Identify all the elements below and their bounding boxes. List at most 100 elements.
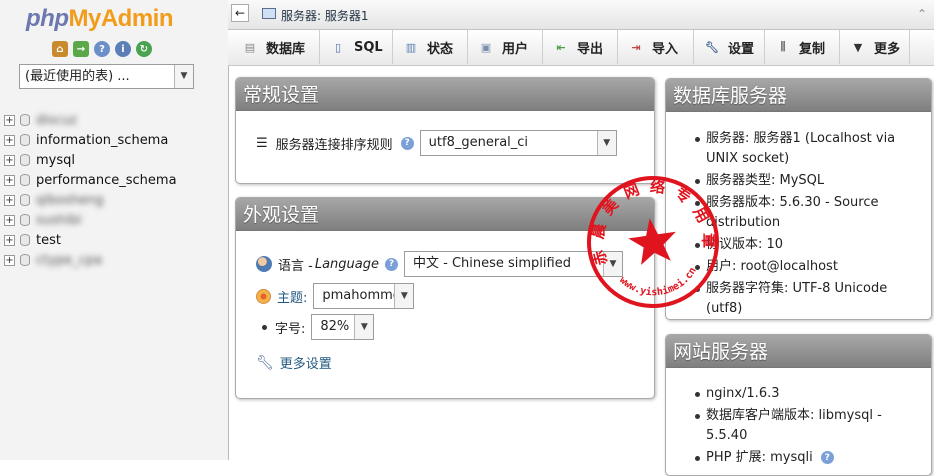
expand-icon[interactable]: + [4, 254, 15, 266]
expand-icon[interactable]: + [4, 194, 15, 206]
info-item: 数据库客户端版本: libmysql - 5.5.40 [666, 406, 916, 446]
tab-label: 设置 [728, 41, 755, 57]
tab-database[interactable]: ▤ 数据库 [232, 30, 320, 64]
fontsize-bullet [262, 324, 267, 330]
bullet-icon [695, 392, 700, 397]
database-item[interactable]: + mysql [2, 150, 177, 170]
import-icon: ⇥ [631, 40, 641, 54]
info-item: 服务器版本: 5.6.30 - Source distribution [666, 193, 916, 233]
info-text: nginx/1.6.3 [706, 386, 780, 401]
info-item: nginx/1.6.3 [666, 384, 916, 404]
info-text: 服务器: 服务器1 (Localhost via UNIX socket) [706, 131, 896, 166]
info-text: 协议版本: 10 [706, 237, 784, 252]
tab-label: 状态 [427, 41, 454, 57]
tab-status[interactable]: ▥ 状态 [393, 30, 468, 64]
database-item[interactable]: + information_schema [2, 130, 177, 150]
fontsize-select[interactable]: 82% ▼ [311, 314, 375, 340]
help-icon[interactable]: ? [384, 257, 398, 271]
top-breadcrumb-bar: ← 服务器: 服务器1 ⌃ [228, 0, 934, 30]
tab-label: SQL [354, 39, 383, 55]
users-icon: ▣ [480, 40, 492, 54]
help-icon[interactable]: ? [400, 136, 414, 150]
help-icon[interactable]: ? [820, 451, 834, 464]
help-icon[interactable]: ? [94, 41, 110, 57]
collapse-nav-button[interactable]: ← [231, 4, 249, 22]
language-select[interactable]: 中文 - Chinese simplified ▼ [403, 251, 623, 277]
web-server-panel: 网站服务器 nginx/1.6.3 数据库客户端版本: libmysql - 5.… [665, 334, 932, 476]
phpmyadmin-logo[interactable]: phpMyAdmin [26, 5, 174, 33]
more-settings-link[interactable]: 更多设置 [280, 353, 332, 372]
expand-icon[interactable]: + [4, 214, 15, 226]
recent-tables-select[interactable]: (最近使用的表) ... ▼ [19, 64, 194, 89]
database-name[interactable]: information_schema [36, 133, 168, 148]
database-item[interactable]: + ctype_cpa [2, 250, 177, 270]
tab-import[interactable]: ⇥ 导入 [618, 30, 694, 64]
fontsize-label: 字号: [275, 321, 306, 337]
bullet-icon [695, 243, 700, 248]
web-server-info: nginx/1.6.3 数据库客户端版本: libmysql - 5.5.40 PH… [666, 384, 916, 470]
docs-icon[interactable]: i [115, 41, 131, 57]
expand-icon[interactable]: + [4, 134, 15, 146]
info-item: 用户: root@localhost [666, 257, 916, 277]
expand-icon[interactable]: + [4, 234, 15, 246]
tab-sql[interactable]: ▯ SQL [320, 30, 393, 64]
info-item: 服务器: 服务器1 (Localhost via UNIX socket) [666, 129, 916, 169]
database-name[interactable]: discuz [36, 113, 77, 128]
tab-settings[interactable]: 🔧︎ 设置 [694, 30, 765, 64]
database-icon [20, 174, 30, 186]
database-icon: ▤ [244, 40, 256, 54]
database-name[interactable]: sushibi [36, 213, 82, 228]
database-name[interactable]: qibosheng [36, 193, 104, 208]
info-item: PHP 扩展: mysqli? [666, 448, 916, 468]
database-name[interactable]: ctype_cpa [36, 253, 102, 268]
main-menu-bar: ▤ 数据库 ▯ SQL ▥ 状态 ▣ 用户 ⇤ 导出 ⇥ 导入 🔧︎ 设置 ⫼ 复制 ▼ 更多 [228, 30, 934, 66]
general-settings-title: 常规设置 [236, 78, 654, 111]
database-item[interactable]: + test [2, 230, 177, 250]
database-item[interactable]: + discuz [2, 110, 177, 130]
bullet-icon [695, 456, 700, 461]
status-icon: ▥ [405, 40, 417, 54]
database-icon [20, 114, 30, 126]
theme-link[interactable]: 主题: [277, 287, 307, 306]
tab-replication[interactable]: ⫼ 复制 [765, 30, 840, 64]
settings-icon: 🔧︎ [705, 40, 719, 54]
scroll-top-icon[interactable]: ⌃ [917, 7, 927, 21]
navigation-panel: phpMyAdmin ⌂ → ? i ↻ (最近使用的表) ... ▼ + dis… [0, 0, 229, 460]
more-icon: ▼ [853, 40, 863, 54]
collation-select[interactable]: utf8_general_ci ▼ [419, 130, 617, 156]
tab-more[interactable]: ▼ 更多 [840, 30, 910, 64]
replication-icon: ⫼ [780, 40, 786, 53]
database-item[interactable]: + performance_schema [2, 170, 177, 190]
database-name[interactable]: test [36, 233, 61, 248]
expand-icon[interactable]: + [4, 174, 15, 186]
reload-icon[interactable]: ↻ [136, 41, 152, 57]
logout-icon[interactable]: → [73, 41, 89, 57]
expand-icon[interactable]: + [4, 114, 15, 126]
tab-label: 复制 [799, 41, 826, 57]
appearance-settings-panel: 外观设置 语言 - Language ? 中文 - Chinese simpli… [235, 197, 655, 399]
database-tree: + discuz + information_schema + mysql + perform… [2, 110, 177, 270]
tab-users[interactable]: ▣ 用户 [468, 30, 543, 64]
database-server-panel: 数据库服务器 服务器: 服务器1 (Localhost via UNIX soc… [665, 78, 932, 320]
tab-label: 导入 [652, 41, 679, 57]
tab-label: 数据库 [266, 41, 306, 57]
info-text: 服务器版本: 5.6.30 - Source distribution [706, 195, 879, 230]
database-item[interactable]: + qibosheng [2, 190, 177, 210]
sql-icon: ▯ [334, 40, 342, 54]
database-icon [20, 234, 30, 246]
database-name[interactable]: performance_schema [36, 173, 177, 188]
chevron-down-icon: ▼ [174, 65, 193, 88]
home-icon[interactable]: ⌂ [52, 41, 68, 57]
database-name[interactable]: mysql [36, 153, 75, 168]
theme-select[interactable]: pmahomme ▼ [313, 283, 415, 309]
bullet-icon [695, 265, 700, 270]
export-icon: ⇤ [556, 40, 566, 54]
database-icon [20, 194, 30, 206]
info-text: PHP 扩展: mysqli [706, 450, 813, 465]
bullet-icon [695, 179, 700, 184]
tab-export[interactable]: ⇤ 导出 [543, 30, 618, 64]
language-label: 语言 - [278, 258, 313, 274]
database-item[interactable]: + sushibi [2, 210, 177, 230]
breadcrumb[interactable]: 服务器: 服务器1 [281, 7, 369, 24]
expand-icon[interactable]: + [4, 154, 15, 166]
